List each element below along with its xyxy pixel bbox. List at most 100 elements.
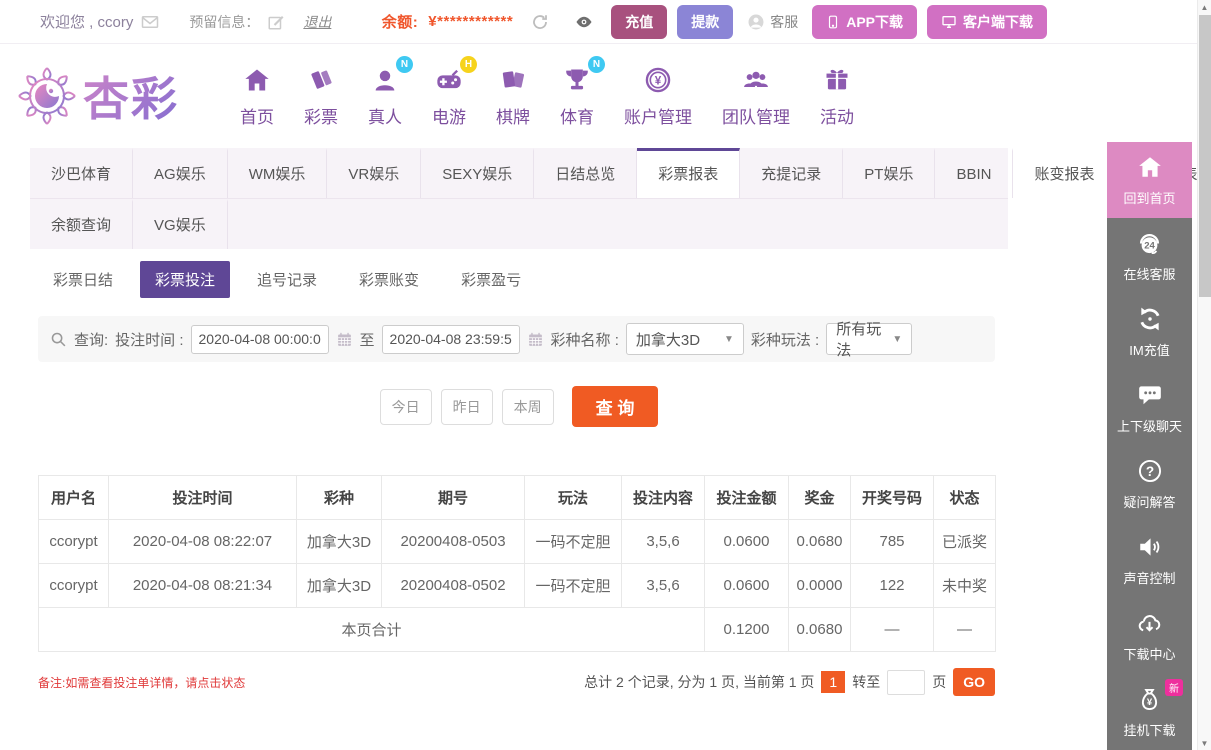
- tab-sexy[interactable]: SEXY娱乐: [421, 148, 534, 198]
- nav-item-egames[interactable]: H 电游: [417, 64, 481, 128]
- this-week-button[interactable]: 本周: [502, 389, 554, 425]
- phone-icon: [826, 14, 840, 30]
- tab-pt[interactable]: PT娱乐: [843, 148, 935, 198]
- start-time-input[interactable]: [191, 325, 329, 354]
- cell-bet-amount: 0.0600: [705, 564, 789, 608]
- current-page-button[interactable]: 1: [821, 671, 845, 693]
- svg-text:¥: ¥: [655, 74, 662, 87]
- subtab-lottery-profit-loss[interactable]: 彩票盈亏: [446, 261, 536, 298]
- yesterday-button[interactable]: 昨日: [441, 389, 493, 425]
- calendar-icon[interactable]: [336, 331, 353, 348]
- subtab-lottery-daily[interactable]: 彩票日结: [38, 261, 128, 298]
- cell-bet-amount: 0.0600: [705, 520, 789, 564]
- recharge-button[interactable]: 充值: [611, 5, 667, 39]
- badge-n: N: [588, 56, 605, 73]
- cell-username: ccorypt: [39, 564, 109, 608]
- nav-label: 棋牌: [496, 103, 530, 128]
- client-download-button[interactable]: 客户端下载: [927, 5, 1047, 39]
- nav-item-home[interactable]: 首页: [225, 64, 289, 128]
- people-icon: [740, 64, 772, 96]
- nav-item-cards[interactable]: 棋牌: [481, 64, 545, 128]
- nav-item-lottery[interactable]: 彩票: [289, 64, 353, 128]
- scroll-down-arrow[interactable]: ▼: [1198, 736, 1211, 750]
- summary-bet-amount: 0.1200: [705, 608, 789, 652]
- nav-item-live[interactable]: N 真人: [353, 64, 417, 128]
- side-item-label: IM充值: [1129, 340, 1169, 359]
- nav-item-promotions[interactable]: 活动: [805, 64, 869, 128]
- status-badge-lost[interactable]: 未中奖: [934, 564, 996, 608]
- subtab-chase-records[interactable]: 追号记录: [242, 261, 332, 298]
- mail-icon[interactable]: [141, 13, 159, 31]
- brand-logo[interactable]: 杏彩: [15, 63, 179, 129]
- side-item-label: 下载中心: [1123, 644, 1175, 663]
- nav-item-account[interactable]: ¥ 账户管理: [609, 64, 707, 128]
- tab-lottery-report[interactable]: 彩票报表: [637, 148, 740, 198]
- end-time-input[interactable]: [382, 325, 520, 354]
- money-bag-icon: ¥: [1136, 686, 1163, 713]
- refresh-icon[interactable]: [531, 13, 549, 31]
- cell-lottery: 加拿大3D: [297, 520, 382, 564]
- topbar: 欢迎您 , ccory 预留信息： 退出 余额: ¥************ 充…: [0, 0, 1197, 44]
- tab-wm[interactable]: WM娱乐: [228, 148, 328, 198]
- nav-item-team[interactable]: 团队管理: [707, 64, 805, 128]
- logout-link[interactable]: 退出: [303, 12, 331, 32]
- status-badge-paid[interactable]: 已派奖: [934, 520, 996, 564]
- side-item-online-service[interactable]: 24 在线客服: [1107, 218, 1192, 294]
- scroll-up-arrow[interactable]: ▲: [1198, 0, 1211, 14]
- lottery-name-select[interactable]: 加拿大3D ▼: [626, 323, 744, 355]
- lottery-name-value: 加拿大3D: [636, 329, 700, 350]
- edit-icon[interactable]: [267, 13, 285, 31]
- subtab-lottery-account-change[interactable]: 彩票账变: [344, 261, 434, 298]
- col-bet-content: 投注内容: [622, 476, 705, 520]
- tab-daily-overview[interactable]: 日结总览: [534, 148, 637, 198]
- side-item-sound[interactable]: 声音控制: [1107, 522, 1192, 598]
- col-prize: 奖金: [789, 476, 851, 520]
- tab-shaba-sports[interactable]: 沙巴体育: [30, 148, 133, 198]
- side-item-back-home[interactable]: 回到首页: [1107, 142, 1192, 218]
- cell-play: 一码不定胆: [525, 564, 622, 608]
- tab-account-change-report[interactable]: 账变报表: [1013, 148, 1116, 198]
- col-play: 玩法: [525, 476, 622, 520]
- calendar-icon[interactable]: [527, 331, 544, 348]
- today-button[interactable]: 今日: [380, 389, 432, 425]
- chevron-down-icon: ▼: [724, 334, 734, 345]
- cell-bet-content: 3,5,6: [622, 564, 705, 608]
- side-item-im-recharge[interactable]: IM充值: [1107, 294, 1192, 370]
- query-label: 查询:: [74, 329, 108, 350]
- app-download-button[interactable]: APP下载: [812, 5, 917, 39]
- side-item-download-center[interactable]: 下载中心: [1107, 598, 1192, 674]
- play-type-select[interactable]: 所有玩法 ▼: [826, 323, 912, 355]
- nav-label: 电游: [432, 103, 466, 128]
- customer-service-link[interactable]: 客服: [747, 12, 798, 32]
- page-number-input[interactable]: [887, 670, 925, 695]
- side-item-hangup-download[interactable]: 新 ¥ 挂机下载: [1107, 674, 1192, 750]
- nav-item-sports[interactable]: N 体育: [545, 64, 609, 128]
- tab-vg[interactable]: VG娱乐: [133, 199, 228, 249]
- main-content: 沙巴体育 AG娱乐 WM娱乐 VR娱乐 SEXY娱乐 日结总览 彩票报表 充提记…: [30, 148, 1008, 696]
- tab-ag[interactable]: AG娱乐: [133, 148, 228, 198]
- withdraw-button[interactable]: 提款: [677, 5, 733, 39]
- cell-issue: 20200408-0502: [382, 564, 525, 608]
- search-button[interactable]: 查 询: [572, 386, 659, 427]
- table-row: ccorypt 2020-04-08 08:22:07 加拿大3D 202004…: [39, 520, 996, 564]
- eye-icon[interactable]: [575, 13, 593, 31]
- tab-vr[interactable]: VR娱乐: [327, 148, 421, 198]
- play-type-value: 所有玩法: [836, 318, 882, 360]
- subtab-lottery-bets[interactable]: 彩票投注: [140, 261, 230, 298]
- trophy-icon: N: [561, 64, 593, 96]
- cell-lottery: 加拿大3D: [297, 564, 382, 608]
- scrollbar-thumb[interactable]: [1199, 15, 1211, 297]
- tab-balance-query[interactable]: 余额查询: [30, 199, 133, 249]
- tab-bbin[interactable]: BBIN: [935, 148, 1013, 198]
- nav-label: 活动: [820, 103, 854, 128]
- side-item-faq[interactable]: ? 疑问解答: [1107, 446, 1192, 522]
- nav-label: 彩票: [304, 103, 338, 128]
- header: 杏彩 首页 彩票 N 真人 H 电游: [0, 44, 1090, 148]
- side-item-chat[interactable]: 上下级聊天: [1107, 370, 1192, 446]
- headset-24-icon: 24: [1136, 230, 1163, 257]
- svg-text:¥: ¥: [1147, 696, 1153, 707]
- cell-bet-time: 2020-04-08 08:21:34: [109, 564, 297, 608]
- cell-bet-content: 3,5,6: [622, 520, 705, 564]
- tab-deposit-withdraw[interactable]: 充提记录: [740, 148, 843, 198]
- go-button[interactable]: GO: [953, 668, 995, 696]
